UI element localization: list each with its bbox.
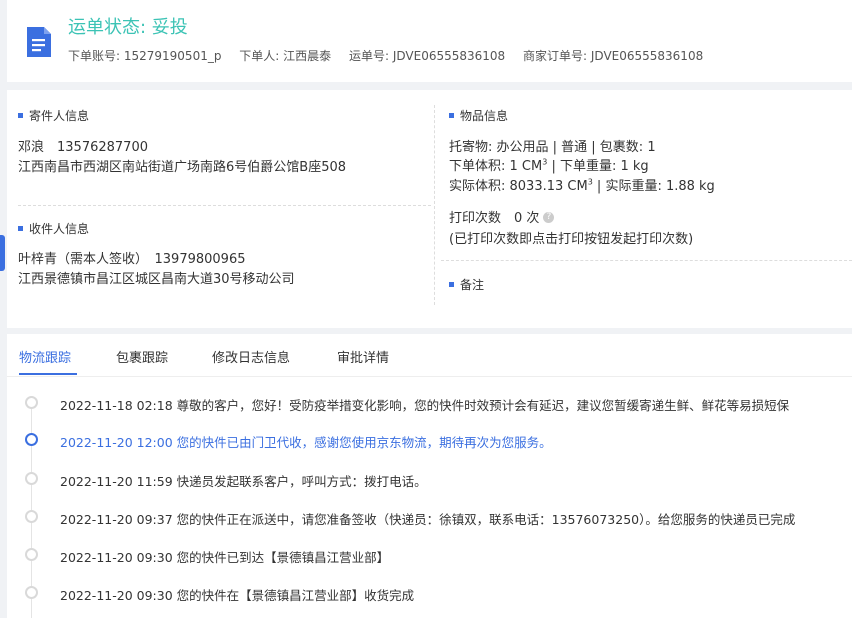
goods-line-contents: 托寄物: 办公用品 | 普通 | 包裹数: 1 bbox=[449, 140, 656, 155]
shipment-info-panel: 寄件人信息 邓浪 13576287700 江西南昌市西湖区南站街道广场南路6号伯… bbox=[7, 90, 852, 328]
receiver-info-heading: 收件人信息 bbox=[18, 220, 89, 237]
order-volume: 下单体积: 1 CM bbox=[449, 159, 543, 174]
sender-info-heading: 寄件人信息 bbox=[18, 107, 89, 124]
print-count-text: 打印次数 0 次 bbox=[449, 211, 540, 226]
timeline-entry: 2022-11-20 09:37 您的快件正在派送中，请您准备签收（快递员：徐镇… bbox=[60, 512, 796, 527]
orderer: 下单人: 江西晨泰 bbox=[239, 49, 332, 63]
goods-line-order: 下单体积: 1 CM3 | 下单重量: 1 kg bbox=[449, 155, 649, 174]
timeline-entry: 2022-11-18 02:18 尊敬的客户，您好！受防疫举措变化影响，您的快件… bbox=[60, 398, 790, 413]
active-tab-indicator bbox=[19, 373, 77, 375]
sender-name-phone: 邓浪 13576287700 bbox=[18, 140, 148, 155]
goods-line-actual: 实际体积: 8033.13 CM3 | 实际重量: 1.88 kg bbox=[449, 175, 715, 194]
help-icon[interactable]: ? bbox=[543, 212, 555, 223]
tracking-tabs: 物流跟踪 包裹跟踪 修改日志信息 审批详情 bbox=[7, 334, 852, 377]
timeline-dot bbox=[25, 396, 38, 409]
timeline-entry: 2022-11-20 09:30 您的快件已到达【景德镇昌江营业部】 bbox=[60, 550, 390, 565]
divider bbox=[18, 205, 431, 206]
remark-heading: 备注 bbox=[449, 276, 484, 293]
divider bbox=[434, 105, 435, 305]
waybill-number: 运单号: JDVE06555836108 bbox=[348, 49, 506, 63]
sender-address: 江西南昌市西湖区南站街道广场南路6号伯爵公馆B座508 bbox=[18, 160, 347, 175]
tracking-panel: 物流跟踪 包裹跟踪 修改日志信息 审批详情 2022-11-18 02:18 尊… bbox=[7, 334, 852, 618]
timeline-entry-current: 2022-11-20 12:00 您的快件已由门卫代收，感谢您使用京东物流，期待… bbox=[60, 435, 552, 450]
order-weight: | 下单重量: 1 kg bbox=[547, 159, 649, 174]
timeline-entry: 2022-11-20 09:30 您的快件在【景德镇昌江营业部】收货完成 bbox=[60, 588, 415, 603]
timeline-dot bbox=[25, 586, 38, 599]
timeline-dot bbox=[25, 510, 38, 523]
actual-weight: | 实际重量: 1.88 kg bbox=[592, 179, 715, 194]
tab-package-tracking[interactable]: 包裹跟踪 bbox=[116, 347, 168, 366]
merchant-order-number: 商家订单号: JDVE06555836108 bbox=[523, 49, 704, 63]
actual-volume: 实际体积: 8033.13 CM bbox=[449, 179, 588, 194]
timeline-dot bbox=[25, 472, 38, 485]
order-account: 下单账号: 15279190501_p bbox=[68, 49, 222, 63]
timeline-entry: 2022-11-20 11:59 快递员发起联系客户，呼叫方式：拨打电话。 bbox=[60, 474, 427, 489]
tab-logistics-tracking[interactable]: 物流跟踪 bbox=[19, 347, 71, 366]
waybill-header: 运单状态: 妥投 下单账号: 15279190501_p 下单人: 江西晨泰 运… bbox=[7, 0, 852, 82]
print-count: 打印次数 0 次? bbox=[449, 207, 555, 226]
print-note: (已打印次数即点击打印按钮发起打印次数) bbox=[449, 232, 694, 247]
timeline-dot-current bbox=[25, 433, 38, 446]
side-drawer-handle[interactable] bbox=[0, 235, 5, 271]
receiver-name-phone: 叶梓青（需本人签收） 13979800965 bbox=[18, 252, 246, 267]
receiver-address: 江西景德镇市昌江区城区昌南大道30号移动公司 bbox=[18, 272, 295, 287]
timeline-dot bbox=[25, 548, 38, 561]
goods-info-heading: 物品信息 bbox=[449, 107, 508, 124]
tab-change-log[interactable]: 修改日志信息 bbox=[212, 347, 290, 366]
waybill-meta: 下单账号: 15279190501_p 下单人: 江西晨泰 运单号: JDVE0… bbox=[68, 47, 717, 64]
waybill-status-title: 运单状态: 妥投 bbox=[68, 17, 188, 38]
document-icon bbox=[27, 27, 51, 57]
tab-approval-details[interactable]: 审批详情 bbox=[337, 347, 389, 366]
divider bbox=[441, 260, 852, 261]
